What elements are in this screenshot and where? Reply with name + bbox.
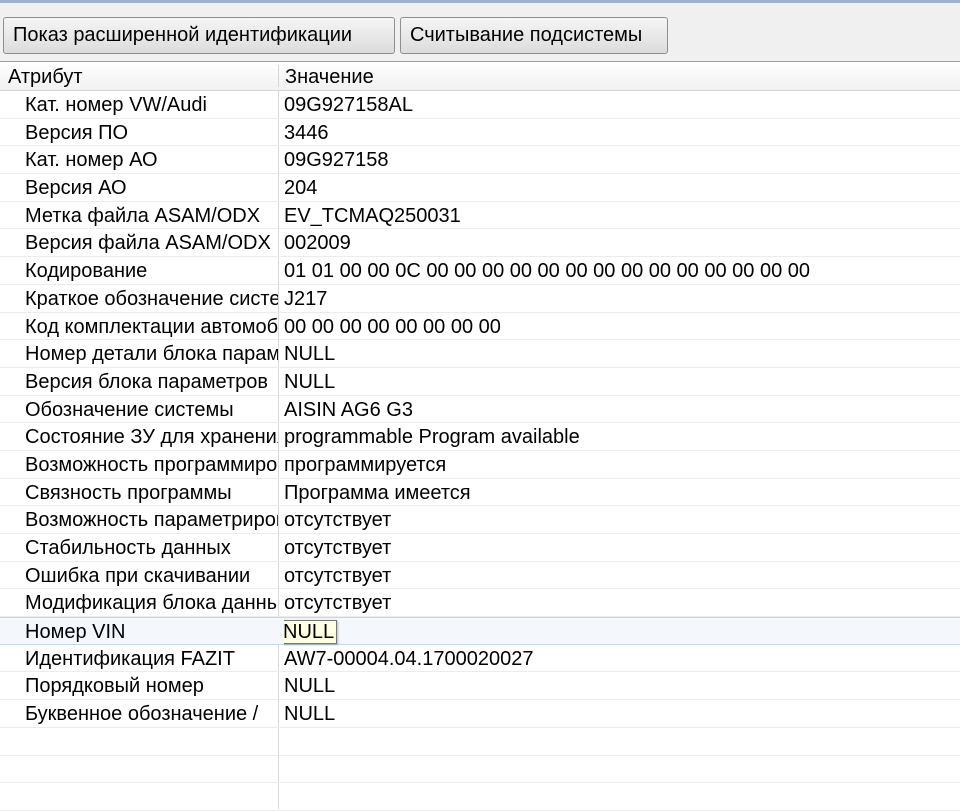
attribute-cell: Состояние ЗУ для хранения <box>25 426 278 449</box>
table-row[interactable]: Версия АО 204 <box>0 174 960 202</box>
attribute-cell: Возможность программирования <box>25 453 278 476</box>
table-row[interactable]: Стабильность данных отсутствует <box>0 534 960 562</box>
table-body: Кат. номер VW/Audi 09G927158AL Версия ПО 34… <box>0 91 960 811</box>
table-row[interactable]: Возможность программирования программируе… <box>0 451 960 479</box>
column-resize-handle[interactable] <box>278 65 279 87</box>
table-row[interactable]: Кат. номер VW/Audi 09G927158AL <box>0 91 960 119</box>
table-row[interactable]: Модификация блока данных отсутствует <box>0 589 960 618</box>
table-row[interactable]: Связность программы Программа имеется <box>0 479 960 507</box>
table-row[interactable]: Версия ПО 3446 <box>0 119 960 147</box>
attribute-cell: Модификация блока данных <box>25 592 278 615</box>
value-cell: NULL <box>284 343 336 366</box>
attribute-cell: Номер VIN <box>25 621 126 644</box>
value-cell: отсутствует <box>284 509 392 532</box>
table-row[interactable]: Краткое обозначение системы J217 <box>0 285 960 313</box>
value-cell: NULL <box>284 675 336 698</box>
show-extended-identification-button[interactable]: Показ расширенной идентификации <box>3 17 395 54</box>
table-row[interactable]: Порядковый номер NULL <box>0 672 960 701</box>
toolbar: Показ расширенной идентификации Считыван… <box>0 3 960 61</box>
table-row[interactable]: Буквенное обозначение / NULL <box>0 700 960 728</box>
table-row[interactable]: Ошибка при скачивании отсутствует <box>0 562 960 590</box>
attribute-cell: Код комплектации автомобиля <box>25 315 278 338</box>
value-cell: 09G927158AL <box>284 94 414 116</box>
value-cell: NULL <box>284 618 954 646</box>
table-row[interactable]: Номер VIN NULL <box>0 617 960 645</box>
attribute-cell: Кат. номер АО <box>25 149 158 172</box>
attribute-cell: Идентификация FAZIT <box>25 647 235 670</box>
value-cell: программируется <box>284 453 447 476</box>
empty-row <box>0 783 960 811</box>
table-header: Атрибут Значение <box>0 62 960 91</box>
value-tooltip: NULL <box>284 620 338 645</box>
column-header-attribute[interactable]: Атрибут <box>8 62 83 90</box>
table-row[interactable]: Кодирование 01 01 00 00 0C 00 00 00 00 00… <box>0 257 960 285</box>
attribute-cell: Версия АО <box>25 177 127 200</box>
attribute-cell: Версия блока параметров <box>25 370 269 393</box>
value-cell: отсутствует <box>284 592 392 615</box>
table-row[interactable]: Метка файла ASAM/ODX EV_TCMAQ250031 <box>0 202 960 230</box>
value-cell: 09G927158 <box>284 149 389 172</box>
attribute-cell: Ошибка при скачивании <box>25 564 251 587</box>
attribute-cell: Стабильность данных <box>25 537 231 559</box>
attribute-cell: Связность программы <box>25 481 232 504</box>
value-cell: 3446 <box>284 121 329 144</box>
value-cell: programmable Program available <box>284 426 580 449</box>
value-cell: 002009 <box>284 232 351 255</box>
value-cell: 204 <box>284 177 318 200</box>
table-row[interactable]: Обозначение системы AISIN AG6 G3 <box>0 396 960 424</box>
table-row[interactable]: Возможность параметрирования отсутствует <box>0 506 960 534</box>
table-row[interactable]: Версия файла ASAM/ODX 002009 <box>0 229 960 258</box>
value-cell: AW7-00004.04.1700020027 <box>284 647 534 670</box>
value-cell: NULL <box>284 703 336 726</box>
read-subsystem-button[interactable]: Считывание подсистемы <box>400 17 668 54</box>
value-cell: 01 01 00 00 0C 00 00 00 00 00 00 00 00 0… <box>284 260 811 283</box>
attribute-cell: Обозначение системы <box>25 398 234 421</box>
table-row[interactable]: Идентификация FAZIT AW7-00004.04.17000200… <box>0 645 960 673</box>
table-row[interactable]: Состояние ЗУ для хранения programmable Pr… <box>0 423 960 451</box>
value-cell: отсутствует <box>284 537 392 559</box>
attribute-cell: Версия файла ASAM/ODX <box>25 232 271 255</box>
empty-row <box>0 728 960 756</box>
identification-table: Атрибут Значение Кат. номер VW/Audi 09G92… <box>0 61 960 811</box>
value-cell: 00 00 00 00 00 00 00 00 <box>284 315 501 338</box>
table-row[interactable]: Номер детали блока параметров NULL <box>0 340 960 368</box>
column-header-value[interactable]: Значение <box>285 62 374 90</box>
value-cell: EV_TCMAQ250031 <box>284 204 461 227</box>
attribute-cell: Номер детали блока параметров <box>25 343 278 366</box>
value-cell: J217 <box>284 287 328 310</box>
value-cell: NULL <box>284 370 336 393</box>
attribute-cell: Версия ПО <box>25 121 129 144</box>
attribute-cell: Краткое обозначение системы <box>25 287 278 310</box>
attribute-cell: Возможность параметрирования <box>25 509 278 532</box>
attribute-cell: Метка файла ASAM/ODX <box>25 204 261 227</box>
table-row[interactable]: Версия блока параметров NULL <box>0 368 960 396</box>
value-cell: отсутствует <box>284 564 392 587</box>
value-cell: AISIN AG6 G3 <box>284 398 413 421</box>
table-row[interactable]: Кат. номер АО 09G927158 <box>0 146 960 175</box>
value-cell: Программа имеется <box>284 481 471 504</box>
attribute-cell: Порядковый номер <box>25 675 204 698</box>
attribute-cell: Кат. номер VW/Audi <box>25 94 207 116</box>
attribute-cell: Буквенное обозначение / <box>25 703 259 726</box>
attribute-cell: Кодирование <box>25 260 148 283</box>
table-row[interactable]: Код комплектации автомобиля 00 00 00 00 0… <box>0 313 960 341</box>
empty-row <box>0 756 960 784</box>
